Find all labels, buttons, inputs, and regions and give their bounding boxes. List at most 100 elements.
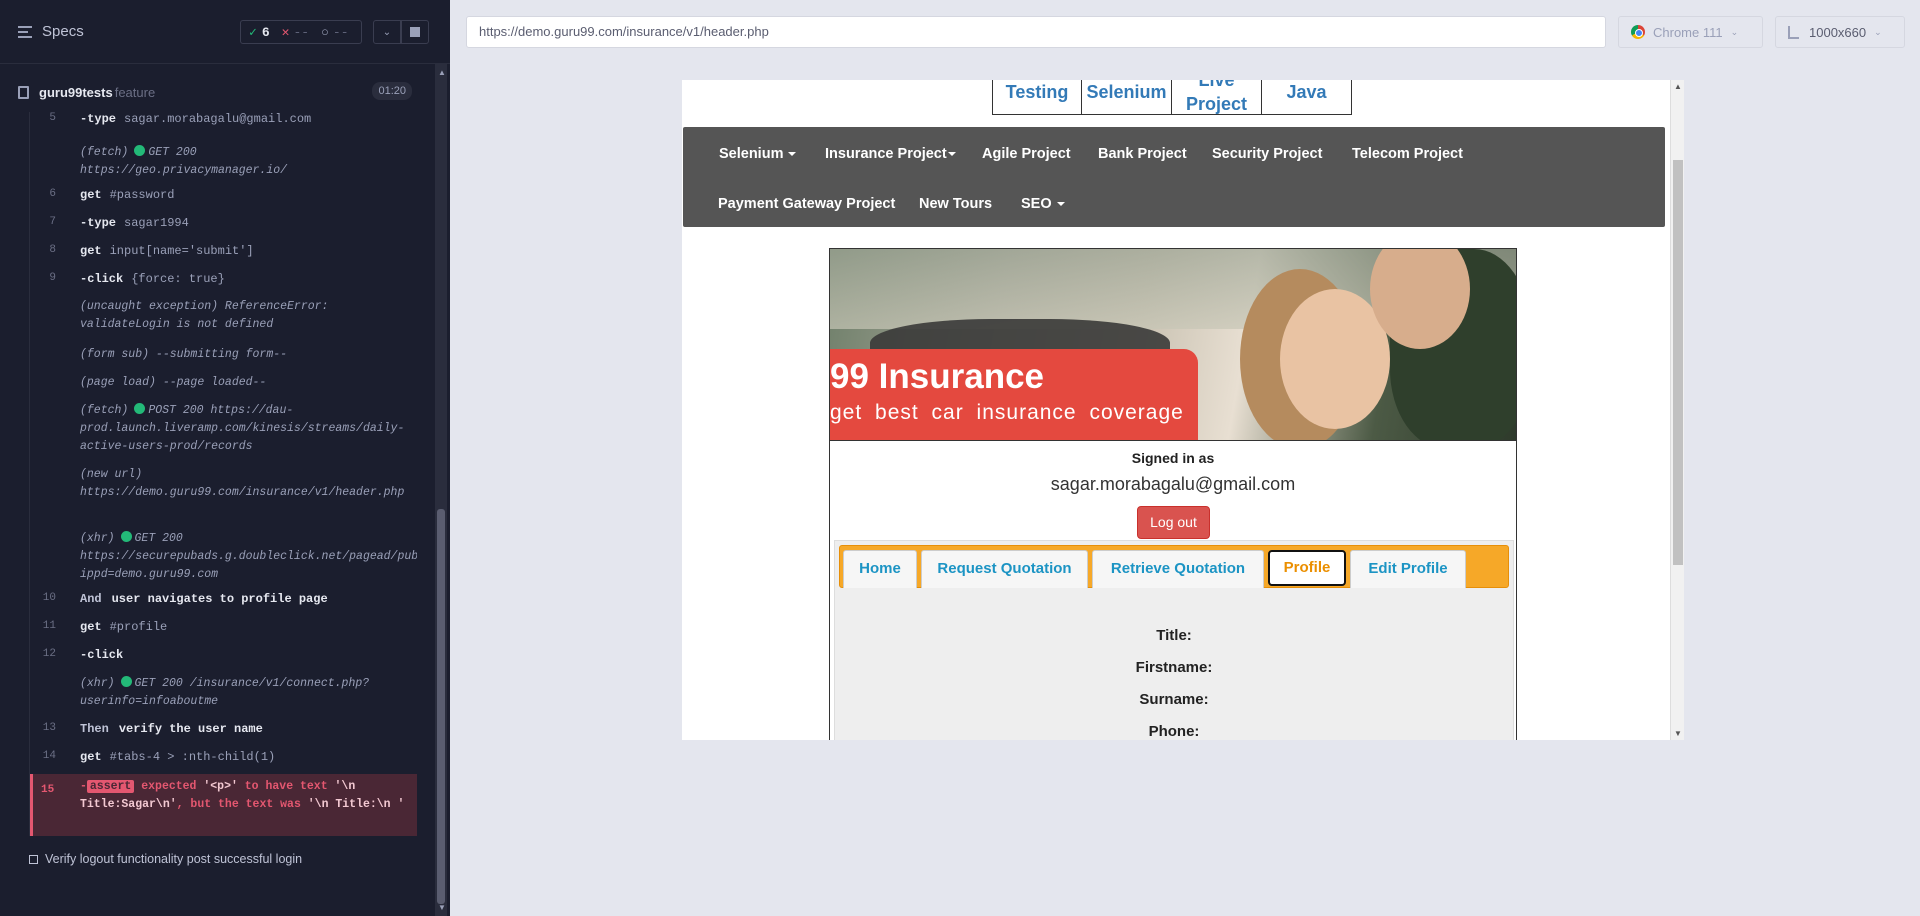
command-number: 9 — [49, 272, 56, 284]
command-arg: #profile — [109, 620, 168, 634]
logout-button[interactable]: Log out — [1137, 506, 1210, 539]
assert-text: expected — [141, 780, 197, 793]
event-text: (page load) --page loaded-- — [80, 376, 267, 389]
top-link-selenium[interactable]: Selenium — [1082, 80, 1172, 115]
assert-actual: '\n Title:\n ' — [307, 798, 405, 811]
event-type: (xhr) — [80, 532, 115, 545]
top-link-testing[interactable]: Testing — [992, 80, 1082, 115]
command-name: -type — [80, 112, 117, 126]
command-number: 15 — [41, 784, 55, 796]
event-type: (fetch) — [80, 146, 129, 159]
nav-telecom-project[interactable]: Telecom Project — [1352, 146, 1463, 162]
specs-label[interactable]: Specs — [42, 23, 84, 40]
stop-button[interactable] — [401, 20, 429, 44]
command-log: 5 -type sagar.morabagalu@gmail.com (fetch… — [29, 112, 417, 836]
next-spec-item[interactable]: Verify logout functionality post success… — [29, 852, 302, 866]
url-bar[interactable]: https://demo.guru99.com/insurance/v1/hea… — [466, 16, 1606, 48]
command-number: 8 — [49, 244, 56, 256]
specs-list-icon[interactable] — [18, 25, 32, 38]
failed-assertion-row[interactable]: 15 - assert expected '<p>' to have text '… — [30, 774, 417, 836]
tab-request-quotation[interactable]: Request Quotation — [921, 550, 1088, 588]
step-keyword: And — [80, 592, 102, 606]
event-url: https://dau-prod.launch.liveramp.com/kin… — [80, 404, 405, 453]
tab-retrieve-quotation[interactable]: Retrieve Quotation — [1092, 550, 1264, 588]
tab-profile[interactable]: Profile — [1268, 550, 1346, 586]
nav-label: Selenium — [719, 146, 784, 162]
command-arg: sagar1994 — [124, 216, 189, 230]
preview-area: https://demo.guru99.com/insurance/v1/hea… — [450, 0, 1920, 916]
nav-label: Insurance Project — [825, 146, 947, 162]
chevron-down-icon: ⌄ — [1874, 26, 1882, 37]
signed-in-email: sagar.morabagalu@gmail.com — [1050, 474, 1296, 494]
command-arg: #password — [109, 188, 175, 202]
top-link-java[interactable]: Java — [1262, 80, 1352, 115]
assert-prefix: - — [80, 780, 87, 793]
assert-text: , but the text was — [176, 798, 301, 811]
browser-selector[interactable]: Chrome 111 ⌄ — [1618, 16, 1763, 48]
viewport-label: 1000x660 — [1809, 24, 1867, 40]
chrome-icon — [1631, 25, 1645, 39]
scrollbar-thumb[interactable] — [1673, 160, 1683, 565]
top-link-live-project[interactable]: Live Project — [1172, 80, 1262, 115]
app-under-test: Testing Selenium Live Project Java Selen… — [682, 80, 1682, 740]
failed-icon: ✕ — [281, 24, 290, 40]
event-status: GET 200 — [134, 677, 183, 690]
caret-down-icon — [788, 152, 797, 157]
banner-subtitle: get best car insurance coverage — [830, 401, 1184, 424]
tab-home[interactable]: Home — [843, 550, 917, 588]
command-name: -type — [80, 216, 117, 230]
field-surname: Surname: — [1139, 691, 1209, 708]
field-title: Title: — [1156, 627, 1192, 644]
reporter-scrollbar[interactable]: ▲ ▼ — [435, 64, 447, 916]
command-number: 6 — [49, 188, 56, 200]
app-scrollbar[interactable]: ▲ ▼ — [1670, 80, 1684, 740]
pending-icon: ○ — [321, 24, 329, 40]
status-dot-icon — [134, 403, 146, 414]
event-status: GET 200 — [148, 146, 197, 159]
browser-label: Chrome 111 — [1653, 24, 1723, 40]
step-number: 13 — [42, 722, 56, 734]
command-arg: {force: true} — [131, 272, 225, 286]
caret-down-icon — [947, 152, 956, 157]
scroll-up-icon[interactable]: ▲ — [1674, 82, 1682, 91]
tab-bar: Home Request Quotation Retrieve Quotatio… — [839, 545, 1509, 588]
caret-down-icon — [1056, 202, 1065, 207]
chevron-down-icon: ⌄ — [382, 26, 392, 38]
pending-count: -- — [332, 24, 349, 40]
nav-security-project[interactable]: Security Project — [1212, 146, 1322, 162]
failed-count: -- — [293, 24, 310, 40]
test-stats: ✓ 6 ✕ -- ○ -- — [240, 20, 362, 44]
scroll-down-icon[interactable]: ▼ — [1674, 729, 1682, 738]
event-text: (uncaught exception) ReferenceError: val… — [80, 300, 329, 331]
scrollbar-thumb[interactable] — [437, 509, 445, 904]
nav-selenium[interactable]: Selenium — [719, 146, 797, 162]
scroll-down-icon[interactable]: ▼ — [438, 903, 446, 912]
spec-name: guru99tests — [39, 84, 113, 100]
assert-badge: assert — [86, 780, 135, 793]
passed-icon: ✓ — [249, 24, 257, 40]
viewport-icon — [1788, 25, 1799, 39]
spec-file-header[interactable]: guru99tests feature 01:20 — [0, 80, 420, 104]
nav-payment-gateway-project[interactable]: Payment Gateway Project — [718, 196, 895, 212]
command-number: 14 — [42, 750, 56, 762]
tab-edit-profile[interactable]: Edit Profile — [1350, 550, 1466, 588]
spec-extension: feature — [114, 84, 156, 100]
spec-duration: 01:20 — [372, 82, 412, 100]
nav-bank-project[interactable]: Bank Project — [1098, 146, 1187, 162]
nav-seo[interactable]: SEO — [1021, 196, 1065, 212]
scroll-up-icon[interactable]: ▲ — [438, 68, 446, 77]
nav-agile-project[interactable]: Agile Project — [982, 146, 1071, 162]
step-keyword: Then — [80, 722, 109, 736]
nav-new-tours[interactable]: New Tours — [919, 196, 992, 212]
command-number: 11 — [42, 620, 56, 632]
top-link-boxes: Testing Selenium Live Project Java — [992, 80, 1352, 115]
status-dot-icon — [134, 145, 146, 156]
event-status: GET 200 — [134, 532, 183, 545]
nav-insurance-project[interactable]: Insurance Project — [825, 146, 956, 162]
command-name: -click — [80, 272, 124, 286]
viewport-selector[interactable]: 1000x660 ⌄ — [1775, 16, 1905, 48]
event-text: (form sub) --submitting form-- — [80, 348, 288, 361]
expand-collapse-button[interactable]: ⌄ — [373, 20, 401, 44]
command-name: get — [80, 188, 102, 202]
field-firstname: Firstname: — [1135, 659, 1213, 676]
